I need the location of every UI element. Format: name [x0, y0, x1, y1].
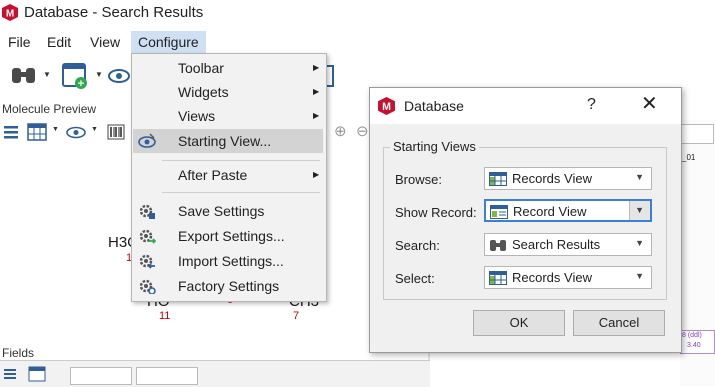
menu-item-views[interactable]: Views ▶: [133, 104, 323, 128]
chevron-down-icon: ▼: [635, 205, 644, 215]
window-title: Database - Search Results: [24, 4, 204, 21]
new-record-icon[interactable]: +: [61, 62, 93, 90]
submenu-arrow-icon: ▶: [313, 63, 320, 72]
submenu-arrow-icon: ▶: [313, 170, 320, 179]
close-button[interactable]: ✕: [641, 94, 658, 114]
fields-title: Fields: [2, 346, 35, 360]
menu-view[interactable]: View: [83, 31, 127, 53]
dialog-title: Database: [404, 98, 464, 114]
menu-item-import-settings[interactable]: Import Settings...: [133, 249, 323, 273]
menu-configure[interactable]: Configure: [131, 31, 206, 53]
chevron-down-icon[interactable]: ▼: [43, 70, 51, 79]
configure-menu: Toolbar ▶ Widgets ▶ Views ▶ Starting Vie…: [131, 53, 327, 302]
menu-item-widgets[interactable]: Widgets ▶: [133, 80, 323, 104]
peak-value: 3.40: [687, 342, 701, 349]
menu-bar: File Edit View Configure: [0, 31, 715, 53]
menu-file[interactable]: File: [1, 31, 38, 53]
chevron-down-icon[interactable]: ▼: [91, 126, 98, 133]
table-grid-icon[interactable]: [28, 366, 46, 382]
gear-save-icon: [139, 204, 155, 219]
menu-item-save-settings[interactable]: Save Settings: [133, 199, 323, 223]
barcode-icon[interactable]: [107, 123, 125, 141]
menu-item-toolbar[interactable]: Toolbar ▶: [133, 56, 323, 80]
menu-separator: [162, 192, 320, 193]
binoculars-icon: [490, 240, 506, 251]
binoculars-icon[interactable]: [9, 64, 39, 88]
dialog-title-bar: M Database ? ✕: [370, 88, 681, 124]
menu-item-after-paste[interactable]: After Paste ▶: [133, 163, 323, 187]
view-eye-icon: [138, 133, 156, 148]
peak-multiplicity: 8 (ddl): [682, 332, 702, 339]
submenu-arrow-icon: ▶: [313, 87, 320, 96]
menu-separator: [162, 160, 320, 161]
search-select[interactable]: Search Results ▼: [484, 233, 652, 256]
help-button[interactable]: ?: [587, 96, 596, 114]
show-record-label: Show Record:: [395, 205, 477, 220]
form-view-icon: [490, 205, 508, 219]
select-label: Select:: [395, 271, 435, 286]
table-view-icon: [489, 271, 507, 285]
zoom-out-icon[interactable]: ⊖: [356, 122, 369, 140]
browse-value: Records View: [512, 171, 592, 186]
browse-label: Browse:: [395, 172, 442, 187]
menu-item-factory-settings[interactable]: Factory Settings: [133, 274, 323, 298]
ok-button[interactable]: OK: [473, 310, 565, 336]
molecule-preview-title: Molecule Preview: [2, 102, 97, 116]
chevron-down-icon: ▼: [635, 271, 644, 281]
chevron-down-icon[interactable]: ▼: [52, 126, 59, 133]
menu-lines-icon[interactable]: [3, 124, 19, 140]
table-view-icon: [489, 172, 507, 186]
zoom-in-icon[interactable]: ⊕: [334, 122, 347, 140]
svg-text:M: M: [382, 101, 391, 113]
app-logo-icon: M: [378, 97, 395, 115]
gear-import-icon: [139, 254, 155, 269]
menu-item-export-settings[interactable]: Export Settings...: [133, 224, 323, 248]
gear-export-icon: [139, 229, 156, 244]
app-logo-icon: M: [2, 4, 18, 21]
results-pane: _01 8 (ddl) 3.40: [680, 120, 715, 386]
submenu-arrow-icon: ▶: [313, 111, 320, 120]
title-bar: M Database - Search Results: [0, 0, 715, 26]
svg-text:+: +: [78, 78, 84, 90]
starting-views-dialog: M Database ? ✕ Starting Views Browse: Re…: [369, 87, 682, 353]
menu-item-starting-view[interactable]: Starting View...: [133, 129, 323, 153]
chevron-down-icon: ▼: [635, 172, 644, 182]
atom-number: 7: [293, 310, 300, 322]
results-combo[interactable]: [680, 124, 714, 144]
select-select[interactable]: Records View ▼: [484, 266, 652, 289]
spectrum-peak-label: 8 (ddl) 3.40: [680, 330, 715, 354]
atom-number: 11: [159, 310, 171, 322]
select-value: Records View: [512, 270, 592, 285]
table-grid-icon[interactable]: [27, 123, 47, 141]
gear-reset-icon: [139, 279, 156, 294]
browse-select[interactable]: Records View ▼: [484, 167, 652, 190]
search-label: Search:: [395, 238, 440, 253]
svg-text:M: M: [6, 9, 14, 20]
view-eye-icon[interactable]: [108, 68, 130, 84]
show-record-value: Record View: [513, 204, 587, 219]
record-id-text: _01: [682, 153, 696, 162]
fields-toolbar: [0, 360, 430, 387]
field-input[interactable]: [136, 367, 198, 385]
group-title: Starting Views: [390, 139, 479, 154]
field-input[interactable]: [70, 367, 132, 385]
show-record-select[interactable]: Record View ▼: [484, 199, 652, 222]
menu-lines-icon[interactable]: [3, 367, 17, 381]
eye-icon[interactable]: [66, 126, 86, 139]
search-value: Search Results: [512, 237, 601, 252]
chevron-down-icon: ▼: [635, 238, 644, 248]
cancel-button[interactable]: Cancel: [573, 310, 665, 336]
menu-edit[interactable]: Edit: [40, 31, 78, 53]
chevron-down-icon[interactable]: ▼: [95, 70, 103, 79]
